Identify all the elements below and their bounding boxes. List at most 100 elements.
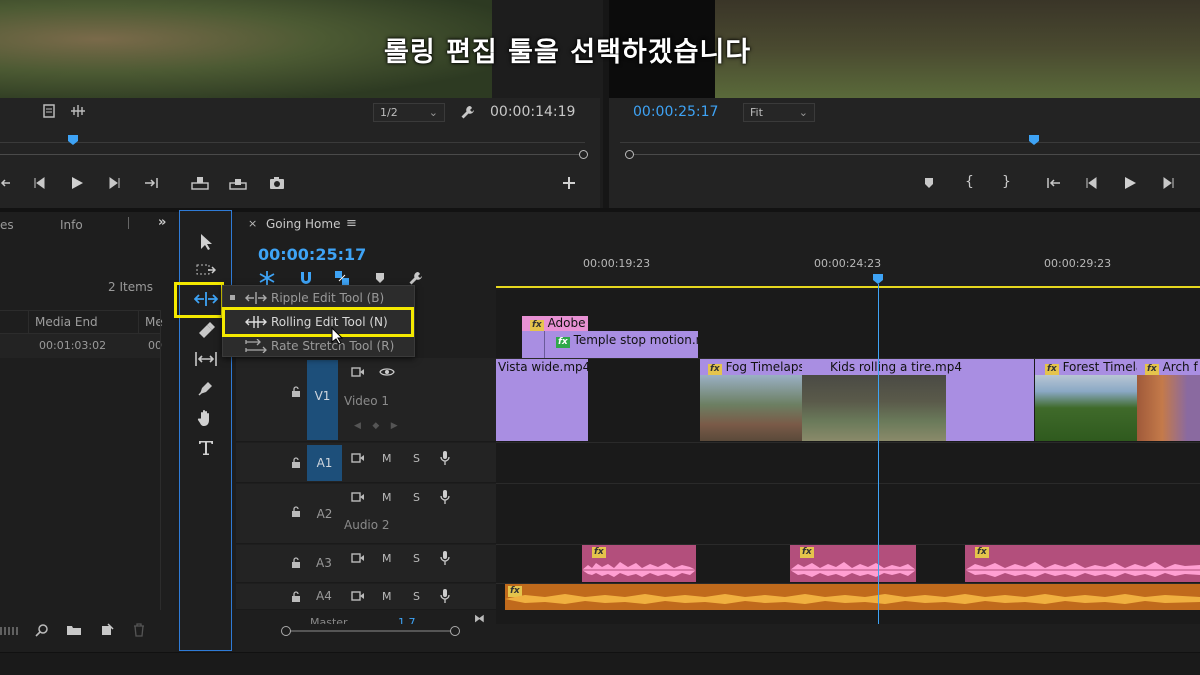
go-to-in-icon[interactable]: [1045, 176, 1061, 190]
master-track-value[interactable]: 1.7: [398, 616, 416, 624]
audio-clip-2[interactable]: fx: [790, 545, 916, 582]
track-target-a2[interactable]: A2: [307, 486, 342, 542]
linked-selection-icon[interactable]: [334, 270, 350, 286]
microphone-icon[interactable]: [440, 489, 450, 505]
program-timecode[interactable]: 00:00:25:17: [633, 104, 718, 120]
track-target-v1[interactable]: V1: [307, 360, 338, 440]
sequence-tab[interactable]: Going Home: [266, 217, 340, 231]
sync-lock-icon[interactable]: [351, 367, 365, 377]
column-media-end[interactable]: Media End: [35, 315, 98, 329]
track-target-a1[interactable]: A1: [307, 445, 342, 481]
microphone-icon[interactable]: [440, 588, 450, 604]
wrench-icon[interactable]: [460, 104, 476, 120]
drag-audio-icon[interactable]: [70, 105, 86, 117]
clip-forest[interactable]: fx Forest Timelapse: [1035, 359, 1137, 441]
source-scrub-bar[interactable]: [0, 132, 588, 162]
tab-info[interactable]: Info: [60, 218, 83, 232]
source-timecode[interactable]: 00:00:14:19: [490, 104, 575, 120]
audio-clip-music[interactable]: fx: [505, 584, 1200, 610]
pen-tool-icon[interactable]: [197, 379, 215, 397]
lock-icon[interactable]: [291, 557, 301, 569]
sync-lock-icon[interactable]: [351, 453, 365, 463]
audio-clip-1[interactable]: fx: [582, 545, 696, 582]
audio-clip-3[interactable]: fx: [965, 545, 1200, 582]
project-row[interactable]: 00:01:03:02 00: [0, 334, 162, 358]
slip-tool-icon[interactable]: [194, 351, 218, 367]
snap-magnet-icon[interactable]: [298, 270, 314, 286]
work-area-bar[interactable]: [496, 286, 1200, 288]
program-playhead[interactable]: [1029, 135, 1039, 145]
close-sequence-icon[interactable]: ×: [248, 217, 257, 230]
list-view-icon[interactable]: [0, 625, 18, 637]
timeline-playhead-line[interactable]: [878, 284, 879, 624]
track-target-a3[interactable]: A3: [316, 556, 332, 570]
clip-fog[interactable]: fx Fog Timelapse: [700, 359, 802, 441]
time-ruler[interactable]: 00:00:19:23 00:00:24:23 00:00:29:23: [496, 250, 1200, 290]
clip-vista[interactable]: Vista wide.mp4: [496, 359, 588, 441]
timeline-playhead-head[interactable]: [873, 274, 883, 284]
track-select-tool-icon[interactable]: [196, 263, 216, 277]
source-resolution-select[interactable]: 1/2 ⌄: [373, 103, 445, 122]
microphone-icon[interactable]: [440, 550, 450, 566]
expand-tracks-icon[interactable]: ⧓: [474, 612, 485, 625]
frame-back-icon[interactable]: [1084, 176, 1098, 190]
sync-lock-icon[interactable]: [351, 492, 365, 502]
hand-tool-icon[interactable]: [197, 409, 215, 427]
mute-button[interactable]: M: [382, 552, 392, 565]
scroll-left-handle[interactable]: [281, 626, 291, 636]
tab-es[interactable]: es: [0, 218, 14, 232]
nest-icon[interactable]: [258, 270, 276, 286]
insert-icon[interactable]: [190, 175, 210, 191]
overwrite-icon[interactable]: [228, 175, 248, 191]
solo-button[interactable]: S: [413, 452, 420, 465]
sequence-timecode[interactable]: 00:00:25:17: [258, 245, 366, 264]
mute-button[interactable]: M: [382, 590, 392, 603]
sync-lock-icon[interactable]: [351, 553, 365, 563]
eye-icon[interactable]: [379, 367, 395, 377]
folder-icon[interactable]: [66, 624, 82, 636]
timeline-settings-icon[interactable]: [408, 270, 424, 286]
sync-lock-icon[interactable]: [351, 591, 365, 601]
sequence-menu-icon[interactable]: ≡: [346, 216, 357, 231]
solo-button[interactable]: S: [413, 552, 420, 565]
microphone-icon[interactable]: [440, 450, 450, 466]
frame-forward-icon[interactable]: [108, 176, 122, 190]
play-icon[interactable]: [70, 176, 84, 190]
source-zoom-handle[interactable]: [579, 150, 588, 159]
selection-tool-icon[interactable]: [199, 233, 213, 251]
step-back-icon[interactable]: [0, 176, 12, 190]
clip-arch[interactable]: fx Arch f: [1137, 359, 1200, 441]
scroll-right-handle[interactable]: [450, 626, 460, 636]
program-zoom-select[interactable]: Fit ⌄: [743, 103, 815, 122]
lock-icon[interactable]: [291, 386, 301, 398]
clip-kids[interactable]: Kids rolling a tire.mp4: [802, 359, 1034, 441]
frame-forward-icon[interactable]: [1162, 176, 1176, 190]
lock-icon[interactable]: [291, 457, 301, 469]
add-button-icon[interactable]: [562, 176, 576, 190]
more-tabs-icon[interactable]: »: [158, 215, 166, 230]
mute-button[interactable]: M: [382, 491, 392, 504]
keyframe-nav-icon[interactable]: ◀ ◆ ▶: [354, 421, 398, 431]
trash-icon[interactable]: [133, 623, 145, 637]
mark-in-icon[interactable]: {: [965, 174, 974, 190]
go-to-out-icon[interactable]: [144, 176, 160, 190]
timeline-scrollbar[interactable]: [255, 626, 1200, 636]
add-marker-icon[interactable]: [374, 272, 386, 284]
program-zoom-handle[interactable]: [625, 150, 634, 159]
menu-item-rate-stretch[interactable]: Rate Stretch Tool (R): [223, 334, 414, 358]
new-item-icon[interactable]: [100, 623, 114, 637]
razor-tool-icon[interactable]: [196, 321, 216, 339]
clip-adobe[interactable]: fx Adobe: [522, 316, 588, 331]
play-icon[interactable]: [1123, 176, 1137, 190]
camera-icon[interactable]: [268, 175, 286, 191]
program-scrub-bar[interactable]: [620, 132, 1200, 162]
solo-button[interactable]: S: [413, 491, 420, 504]
track-target-a4[interactable]: A4: [316, 589, 332, 603]
lock-icon[interactable]: [291, 506, 301, 518]
type-tool-icon[interactable]: [197, 439, 215, 457]
frame-back-icon[interactable]: [32, 176, 46, 190]
solo-button[interactable]: S: [413, 590, 420, 603]
source-settings-icon[interactable]: [42, 104, 56, 118]
mute-button[interactable]: M: [382, 452, 392, 465]
clip-temple[interactable]: fx Temple stop motion.mp4: [522, 331, 698, 358]
